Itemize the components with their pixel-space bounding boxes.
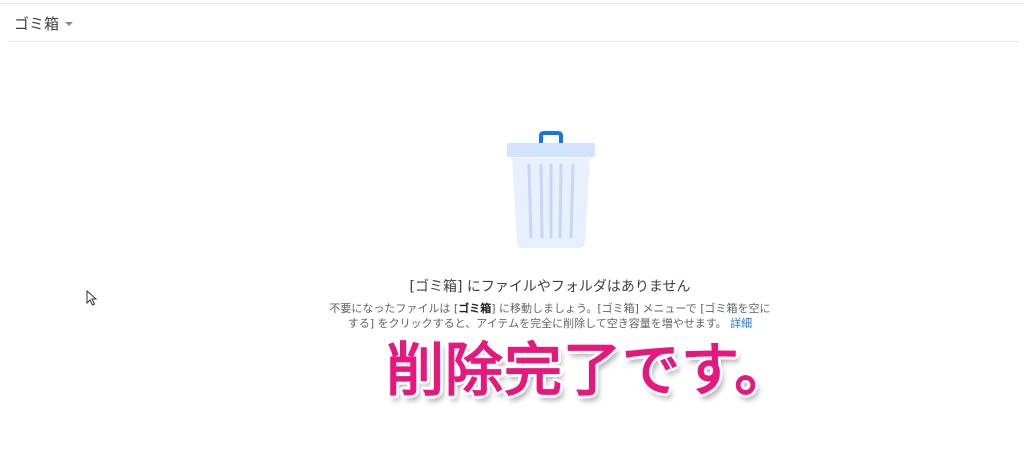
empty-desc-bold: ゴミ箱 [458,302,492,315]
header-divider [8,41,1020,42]
learn-more-link[interactable]: 詳細 [730,317,752,330]
empty-desc-text-1: 不要になったファイルは [ [329,302,459,315]
trash-page: ゴミ箱 [ゴミ箱] にファイルやフォルダはありません 不要になったファイルは [… [0,0,1024,476]
empty-state-title: [ゴミ箱] にファイルやフォルダはありません [409,279,691,295]
page-title: ゴミ箱 [14,14,60,33]
top-border [0,3,1024,4]
trash-can-icon [507,131,595,248]
caret-down-icon [65,22,74,26]
empty-state-description: 不要になったファイルは [ゴミ箱] に移動しましょう。[ゴミ箱] メニューで [… [328,301,772,331]
overlay-caption: 削除完了です。 [386,336,794,404]
mouse-pointer-icon [86,290,98,306]
trash-dropdown-button[interactable]: ゴミ箱 [14,8,74,38]
